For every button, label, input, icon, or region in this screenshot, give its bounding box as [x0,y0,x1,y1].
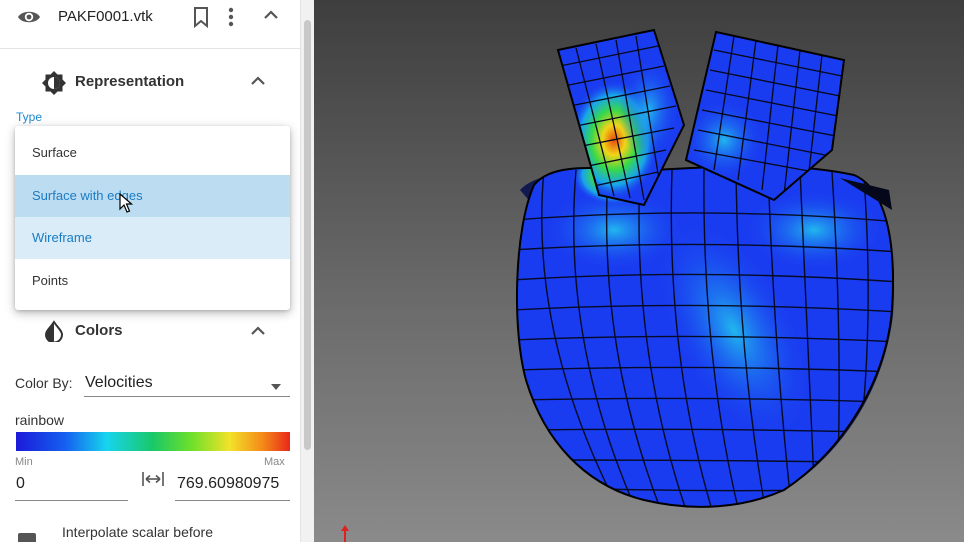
divider [0,48,300,49]
cursor-icon [119,192,134,218]
chevron-up-icon[interactable] [250,324,266,342]
menu-item-surface[interactable]: Surface [15,132,290,174]
eye-icon[interactable] [16,6,42,33]
caret-down-icon [270,378,282,396]
type-label: Type [16,110,43,124]
type-dropdown-menu: Surface Surface with edges Wireframe Poi… [15,126,290,310]
color-by-label: Color By: [15,375,73,391]
more-vert-icon[interactable] [226,6,236,33]
min-label: Min [15,456,33,468]
color-map-preview[interactable] [16,432,290,451]
range-arrows-icon[interactable] [141,469,165,494]
representation-header[interactable]: Representation [0,64,300,98]
palette-name: rainbow [15,412,65,428]
interpolate-checkbox[interactable] [18,533,36,542]
bookmark-icon[interactable] [191,6,211,33]
chevron-up-icon[interactable] [262,8,280,27]
render-viewport[interactable] [314,0,964,542]
brightness-icon [41,70,67,101]
min-value: 0 [16,475,25,492]
min-range-input[interactable]: 0 [15,470,128,501]
representation-title: Representation [75,73,185,90]
max-range-input[interactable]: 769.60980975 [175,470,290,501]
contrast-icon [44,320,64,347]
menu-item-surface-with-edges[interactable]: Surface with edges [15,175,290,217]
file-name: PAKF0001.vtk [58,8,153,25]
pipeline-panel: PAKF0001.vtk Representation Type Surface… [0,0,300,542]
heart-mesh-render [341,28,895,542]
menu-item-wireframe[interactable]: Wireframe [15,217,290,259]
color-by-select[interactable]: Velocities [84,370,290,397]
color-by-value: Velocities [85,374,153,391]
interpolate-label: Interpolate scalar before [62,524,213,540]
colors-header[interactable]: Colors [0,312,300,346]
axis-indicator [341,525,349,542]
menu-item-points[interactable]: Points [15,260,290,302]
max-label: Max [264,456,285,468]
panel-scrollbar[interactable] [300,0,314,542]
chevron-up-icon[interactable] [250,74,266,92]
max-value: 769.60980975 [177,475,280,492]
file-header: PAKF0001.vtk [0,0,300,34]
scrollbar-thumb[interactable] [304,20,311,450]
colors-title: Colors [75,322,123,339]
